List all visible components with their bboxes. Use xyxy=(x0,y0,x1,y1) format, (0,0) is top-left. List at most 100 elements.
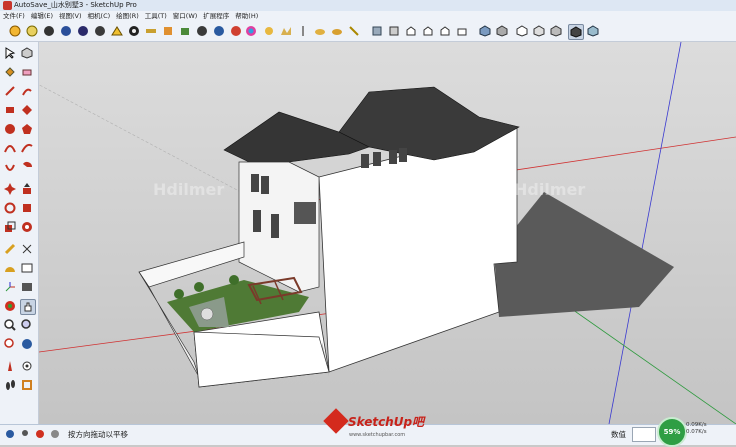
menu-extensions[interactable]: 扩展程序 xyxy=(200,11,232,22)
prev-view-icon[interactable] xyxy=(76,24,90,38)
left-view-icon[interactable] xyxy=(455,24,469,38)
flip-icon[interactable] xyxy=(347,24,361,38)
push-pull-icon[interactable] xyxy=(20,182,34,196)
axes-icon[interactable] xyxy=(3,280,17,294)
smoove-icon[interactable] xyxy=(296,24,310,38)
shadow-icon[interactable] xyxy=(178,24,192,38)
section-tool-icon[interactable] xyxy=(20,378,34,392)
menu-tools[interactable]: 工具(T) xyxy=(142,11,170,22)
top-view-icon[interactable] xyxy=(387,24,401,38)
color-wheel-icon[interactable] xyxy=(244,24,258,38)
pan-tool-icon[interactable] xyxy=(20,299,36,315)
model-canvas[interactable] xyxy=(39,42,736,424)
look-around-tool-icon[interactable] xyxy=(20,359,34,373)
next-view-icon[interactable] xyxy=(93,24,107,38)
select-icon[interactable] xyxy=(3,46,17,60)
geo-location-icon[interactable] xyxy=(35,429,45,439)
right-view-icon[interactable] xyxy=(421,24,435,38)
section-plane-icon[interactable] xyxy=(161,24,175,38)
user-icon[interactable] xyxy=(20,429,30,439)
front-view-icon[interactable] xyxy=(404,24,418,38)
light-icon[interactable] xyxy=(229,24,243,38)
polygon-icon[interactable] xyxy=(20,122,34,136)
window-title: AutoSave_山水别墅3 - SketchUp Pro xyxy=(14,1,137,9)
walk-icon[interactable] xyxy=(110,24,124,38)
rectangle-icon[interactable] xyxy=(3,103,17,117)
eraser-icon[interactable] xyxy=(20,65,34,79)
two-point-arc-icon[interactable] xyxy=(20,141,34,155)
network-stats: 0.09K/s 0.07K/s xyxy=(686,422,707,436)
protractor-icon[interactable] xyxy=(3,261,17,275)
menu-file[interactable]: 文件(F) xyxy=(0,11,28,22)
pie-icon[interactable] xyxy=(20,160,34,174)
fog-icon[interactable] xyxy=(195,24,209,38)
scale-icon[interactable] xyxy=(3,220,17,234)
network-monitor-badge[interactable]: 59% xyxy=(657,417,687,447)
style-extra-icon[interactable] xyxy=(586,24,600,38)
window xyxy=(399,148,407,162)
zoom-extents-icon[interactable] xyxy=(59,24,73,38)
info-icon[interactable] xyxy=(5,429,15,439)
three-point-arc-icon[interactable] xyxy=(3,160,17,174)
circle-icon[interactable] xyxy=(3,122,17,136)
sandbox-icon[interactable] xyxy=(262,24,276,38)
help-icon[interactable] xyxy=(50,429,60,439)
network-down: 0.07K/s xyxy=(686,429,707,435)
walk-tool-icon[interactable] xyxy=(3,378,17,392)
orbit-tool-icon[interactable] xyxy=(3,299,17,313)
window xyxy=(389,150,397,164)
zoom-icon[interactable] xyxy=(42,24,56,38)
move-icon[interactable] xyxy=(3,182,17,196)
tape-measure-icon[interactable] xyxy=(3,242,17,256)
logo-text: SketchUp吧 xyxy=(348,414,425,429)
offset-icon[interactable] xyxy=(20,220,34,234)
menu-help[interactable]: 帮助(H) xyxy=(232,11,261,22)
menu-window[interactable]: 窗口(W) xyxy=(170,11,201,22)
component-icon[interactable] xyxy=(20,46,34,60)
shrub xyxy=(229,275,239,285)
sun-icon[interactable] xyxy=(212,24,226,38)
menu-edit[interactable]: 编辑(E) xyxy=(28,11,56,22)
rotated-rectangle-icon[interactable] xyxy=(20,103,34,117)
line-icon[interactable] xyxy=(3,84,17,98)
terrain-icon[interactable] xyxy=(279,24,293,38)
pan-icon[interactable] xyxy=(25,24,39,38)
model-viewport[interactable]: Hdilmer Hdilmer xyxy=(39,42,736,424)
network-up: 0.09K/s xyxy=(686,422,707,428)
drape-icon[interactable] xyxy=(330,24,344,38)
measurements-input[interactable] xyxy=(632,427,656,442)
wireframe-icon[interactable] xyxy=(495,24,509,38)
3d-text-icon[interactable] xyxy=(20,280,34,294)
zoom-window-icon[interactable] xyxy=(20,318,34,332)
textured-icon[interactable] xyxy=(549,24,563,38)
position-camera-tool-icon[interactable] xyxy=(3,359,17,373)
arc-icon[interactable] xyxy=(3,141,17,155)
menu-bar: 文件(F) 编辑(E) 视图(V) 相机(C) 绘图(R) 工具(T) 窗口(W… xyxy=(0,11,736,22)
menu-camera[interactable]: 相机(C) xyxy=(85,11,114,22)
shaded-icon[interactable] xyxy=(532,24,546,38)
look-around-icon[interactable] xyxy=(127,24,141,38)
xray-icon[interactable] xyxy=(478,24,492,38)
orbit-icon[interactable] xyxy=(8,24,22,38)
follow-me-icon[interactable] xyxy=(20,201,34,215)
watermark-left: Hdilmer xyxy=(153,180,225,199)
sketchup-app-icon xyxy=(3,1,12,10)
previous-tool-icon[interactable] xyxy=(20,337,34,351)
menu-draw[interactable]: 绘图(R) xyxy=(113,11,142,22)
stamp-icon[interactable] xyxy=(313,24,327,38)
position-camera-icon[interactable] xyxy=(144,24,158,38)
watermark-right: Hdilmer xyxy=(514,180,586,199)
zoom-tool-icon[interactable] xyxy=(3,318,17,332)
text-icon[interactable] xyxy=(20,261,34,275)
paint-bucket-icon[interactable] xyxy=(3,65,17,79)
menu-view[interactable]: 视图(V) xyxy=(56,11,85,22)
rotate-icon[interactable] xyxy=(3,201,17,215)
iso-view-icon[interactable] xyxy=(370,24,384,38)
freehand-icon[interactable] xyxy=(20,84,34,98)
logo-mark-icon xyxy=(323,408,349,434)
hidden-line-icon[interactable] xyxy=(515,24,529,38)
monochrome-icon[interactable] xyxy=(568,24,584,40)
dimension-icon[interactable] xyxy=(20,242,34,256)
zoom-extents-tool-icon[interactable] xyxy=(3,337,17,351)
back-view-icon[interactable] xyxy=(438,24,452,38)
